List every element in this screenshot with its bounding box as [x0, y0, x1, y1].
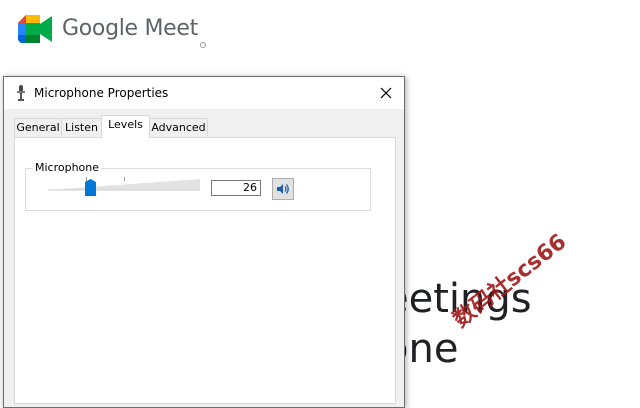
tab-advanced[interactable]: Advanced — [149, 118, 208, 137]
slider-tick — [124, 177, 125, 181]
tab-listen[interactable]: Listen — [61, 118, 102, 137]
tab-general[interactable]: General — [14, 118, 62, 137]
loading-dot — [200, 42, 206, 48]
dialog-titlebar[interactable]: Microphone Properties — [4, 77, 404, 109]
speaker-icon — [277, 184, 289, 194]
microphone-group-label: Microphone — [33, 161, 102, 174]
close-button[interactable] — [368, 77, 404, 109]
levels-panel: Microphone 26 — [14, 137, 396, 404]
level-value-field[interactable]: 26 — [211, 180, 261, 196]
microphone-level-slider[interactable] — [48, 177, 200, 196]
mute-toggle-button[interactable] — [272, 178, 294, 200]
dialog-title: Microphone Properties — [34, 86, 169, 100]
close-icon — [380, 87, 392, 99]
microphone-icon — [17, 85, 25, 101]
microphone-level-group: Microphone 26 — [25, 161, 371, 211]
slider-thumb[interactable] — [85, 179, 96, 196]
microphone-properties-dialog: Microphone Properties General Listen Lev… — [3, 76, 405, 408]
google-meet-logo — [18, 15, 52, 43]
app-title: Google Meet — [62, 16, 198, 41]
tab-levels[interactable]: Levels — [101, 115, 150, 138]
